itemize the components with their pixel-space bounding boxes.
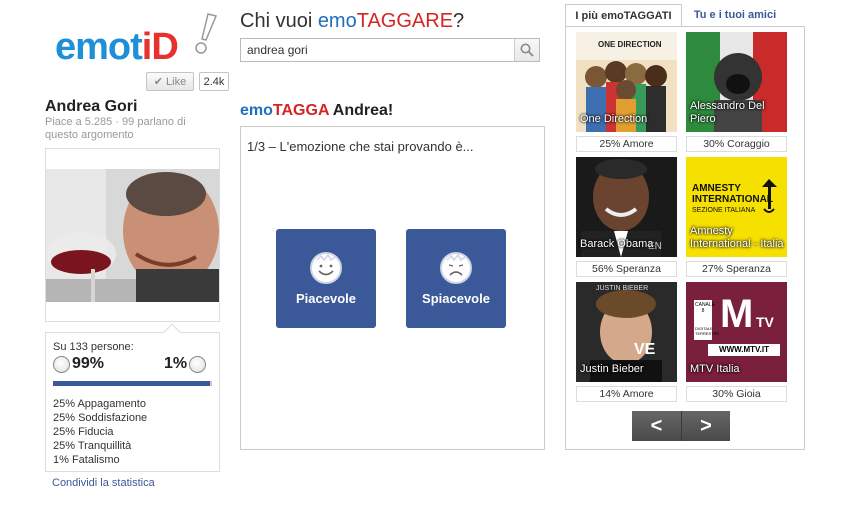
tile-caption: 14% Amore — [576, 386, 677, 402]
emotag-heading: emoTAGGA Andrea! — [240, 102, 394, 119]
like-button[interactable]: ✔ Like — [146, 72, 194, 91]
tile-caption: 27% Speranza — [686, 261, 787, 277]
person-subtitle: Piace a 5.285 · 99 parlano di questo arg… — [45, 116, 186, 141]
happy-face-icon — [310, 252, 342, 284]
search-input[interactable] — [241, 39, 513, 61]
person-name: Andrea Gori — [45, 98, 138, 115]
next-button[interactable]: > — [681, 411, 730, 441]
search-heading: Chi vuoi emoTAGGARE? — [240, 10, 465, 32]
unpleasant-button[interactable]: Spiacevole — [406, 229, 506, 328]
tab-you-and-friends[interactable]: Tu e i tuoi amici — [685, 4, 785, 26]
tile-label: Justin Bieber — [580, 363, 644, 375]
search-icon — [520, 43, 534, 57]
stats-panel: Su 133 persone: 99% 1% 25% Appagamento 25… — [45, 323, 220, 472]
logo-wordmark: emotiD — [55, 26, 179, 68]
tile-label: One Direction — [580, 113, 648, 125]
pleasant-button[interactable]: Piacevole — [276, 229, 376, 328]
tile-label: Amnesty International - Italia — [690, 225, 784, 250]
tile-del-piero[interactable]: Alessandro Del Piero — [686, 32, 787, 132]
emotion-list: 25% Appagamento 25% Soddisfazione 25% Fidu… — [53, 397, 147, 467]
emotion-item: 25% Appagamento — [53, 398, 146, 410]
tab-most-emotagged[interactable]: I più emoTAGGATI — [565, 4, 682, 27]
positive-percentage: 99% — [53, 355, 104, 373]
ranking-tabs: I più emoTAGGATI Tu e i tuoi amici — [565, 4, 805, 27]
tile-caption: 56% Speranza — [576, 261, 677, 277]
emotion-item: 25% Soddisfazione — [53, 412, 148, 424]
mtv-logo: M — [720, 292, 754, 336]
sad-face-icon — [189, 355, 207, 373]
sentiment-bar — [53, 381, 212, 386]
ranking-panel: ONE DIRECTION One Direction 25% Amore Al… — [565, 26, 805, 450]
emotion-picker-panel: 1/3 – L'emozione che stai provando è... … — [240, 126, 545, 450]
tile-barack-obama[interactable]: EN Barack Obama — [576, 157, 677, 257]
tile-amnesty[interactable]: AMNESTY INTERNATIONAL SEZIONE ITALIANA A… — [686, 157, 787, 257]
negative-percentage: 1% — [164, 355, 207, 373]
search-button[interactable] — [514, 39, 539, 61]
emotion-item: 25% Fiducia — [53, 426, 114, 438]
thumbs-up-icon: ✔ — [153, 76, 164, 88]
pagination-controls: < > — [632, 411, 730, 441]
tile-mtv-italia[interactable]: CANALE 8 DIGITALE TERRESTRE M TV WWW.MTV… — [686, 282, 787, 382]
tile-label: Barack Obama — [580, 238, 654, 250]
svg-text:VE: VE — [634, 341, 656, 358]
step-prompt: 1/3 – L'emozione che stai provando è... — [247, 139, 474, 154]
stats-header: Su 133 persone: — [53, 341, 134, 353]
logo-exclamation-icon — [195, 13, 218, 54]
emotid-logo[interactable]: emotiD — [55, 13, 220, 70]
previous-button[interactable]: < — [632, 411, 681, 441]
tile-label: MTV Italia — [690, 363, 740, 375]
share-statistics-link[interactable]: Condividi la statistica — [52, 477, 155, 489]
person-photo-frame — [45, 148, 220, 322]
happy-face-icon — [53, 355, 70, 373]
sad-face-icon — [440, 252, 472, 284]
tile-caption: 30% Gioia — [686, 386, 787, 402]
tile-caption: 30% Coraggio — [686, 136, 787, 152]
tile-caption: 25% Amore — [576, 136, 677, 152]
tile-one-direction[interactable]: ONE DIRECTION One Direction — [576, 32, 677, 132]
sentiment-bar-fill — [53, 381, 211, 386]
like-count: 2.4k — [199, 72, 229, 91]
person-photo — [46, 169, 219, 302]
tile-justin-bieber[interactable]: VE JUSTIN BIEBER Justin Bieber — [576, 282, 677, 382]
emotion-item: 1% Fatalismo — [53, 454, 120, 466]
tile-label: Alessandro Del Piero — [690, 100, 765, 125]
search-box — [240, 38, 540, 62]
emotion-item: 25% Tranquillità — [53, 440, 132, 452]
